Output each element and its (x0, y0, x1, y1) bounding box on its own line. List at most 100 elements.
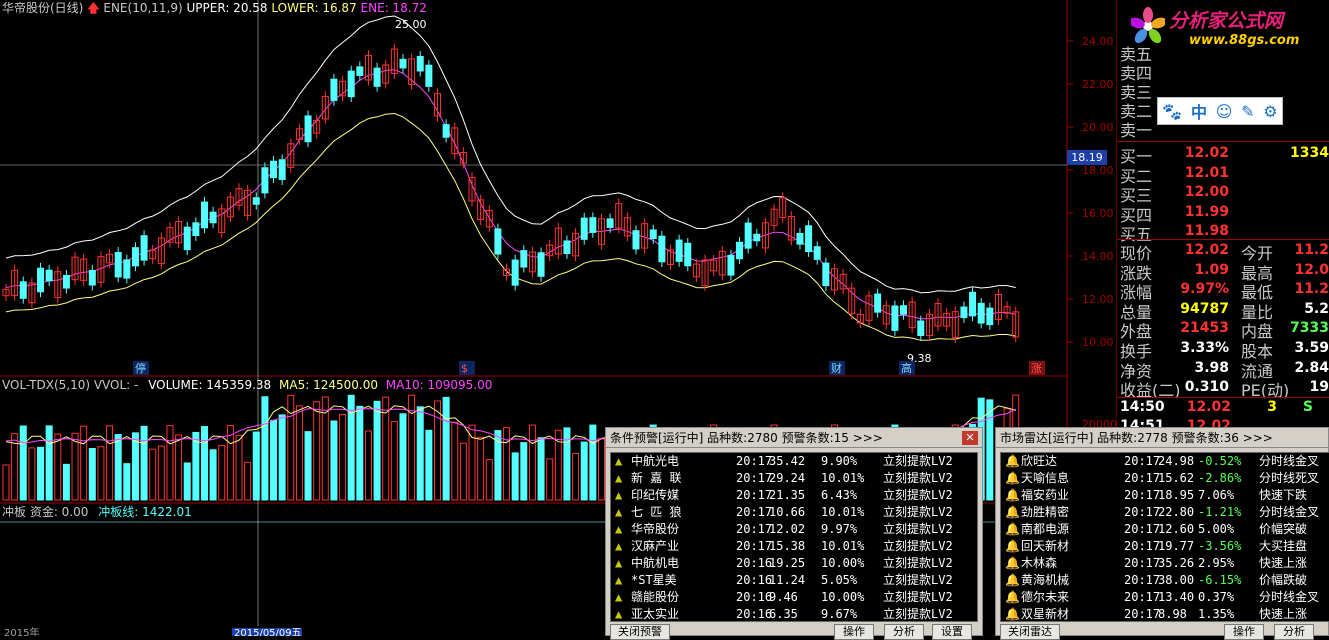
alert-row[interactable]: ▲ 印纪传媒 20:17 21.35 6.43% 立刻提款LV2 (611, 487, 977, 504)
pen-icon[interactable]: ✎ (1241, 102, 1254, 121)
alert-type: 快速上涨 (1259, 556, 1308, 570)
axis-label: 18.00 (1082, 164, 1114, 177)
alert-row[interactable]: ▲ 新 嘉 联 20:17 29.24 10.01% 立刻提款LV2 (611, 470, 977, 487)
window-button[interactable]: 设置 (932, 624, 972, 640)
alert-row[interactable]: 🔔 木林森 20:17 35.26 2.95% 快速上涨 (1001, 555, 1329, 572)
stock-name: 中航光电 (631, 454, 680, 468)
candle-body (753, 233, 761, 242)
alert-time: 20:17 (1124, 471, 1161, 485)
stat-value: 7333 (1290, 320, 1329, 337)
alert-price: 12.02 (769, 522, 806, 536)
alert-row[interactable]: 🔔 南都电源 20:17 12.60 5.00% 价幅突破 (1001, 521, 1329, 538)
volume-bar (252, 431, 260, 501)
bell-icon: 🔔 (1005, 556, 1020, 570)
alert-price: 19.25 (769, 556, 806, 570)
alert-time: 20:16 (736, 556, 773, 570)
alert-type: 立刻提款LV2 (883, 522, 953, 536)
stat-value: 5.2 (1304, 300, 1329, 317)
bell-icon: 🔔 (1005, 607, 1020, 621)
volume-bar (528, 424, 536, 501)
close-icon[interactable]: ✕ (962, 431, 978, 445)
alert-price: 19.77 (1158, 539, 1195, 553)
alert-type: 分时线金叉 (1259, 590, 1320, 604)
stat-value: 94787 (1180, 300, 1229, 317)
alert-row[interactable]: ▲ 中航光电 20:17 35.42 9.90% 立刻提款LV2 (611, 453, 977, 470)
alert-change: 9.90% (821, 454, 858, 468)
alert-row[interactable]: 🔔 回天新材 20:17 19.77 -3.56% 大买挂盘 (1001, 538, 1329, 555)
alert-row[interactable]: ▲ 赣能股份 20:16 9.46 10.00% 立刻提款LV2 (611, 589, 977, 606)
ma10-value: MA10: 109095.00 (385, 378, 493, 392)
stock-name: 双星新材 (1021, 607, 1070, 621)
volume-bar (218, 445, 226, 501)
volume-bar (572, 453, 580, 501)
alert-row[interactable]: ▲ 七 匹 狼 20:17 10.66 10.01% 立刻提款LV2 (611, 504, 977, 521)
up-arrow-icon: ▲ (615, 505, 623, 519)
alert-time: 20:16 (736, 607, 773, 621)
alert-change: -6.15% (1198, 573, 1242, 587)
candle-body (347, 70, 355, 98)
alert-time: 20:17 (1124, 522, 1161, 536)
axis-label: 24.00 (1082, 35, 1114, 48)
bell-icon: 🔔 (1005, 590, 1020, 604)
bell-icon: 🔔 (1005, 573, 1020, 587)
alert-window[interactable]: 条件预警[运行中] 品种数:2780 预警条数:15 >>> ✕ ▲ 中航光电 20… (605, 427, 983, 640)
ene-line (5, 69, 1016, 320)
volume-bar (278, 414, 286, 501)
alert-row[interactable]: 🔔 黄海机械 20:17 38.00 -6.15% 价幅跌破 (1001, 572, 1329, 589)
alert-type: 立刻提款LV2 (883, 471, 953, 485)
volume-bar (468, 424, 476, 501)
candle-body (874, 293, 882, 313)
alert-list[interactable]: ▲ 中航光电 20:17 35.42 9.90% 立刻提款LV2 ▲ 新 嘉 联 20:17 29… (610, 452, 978, 622)
volume-bar (451, 421, 459, 501)
alert-time: 20:17 (736, 471, 773, 485)
alert-price: 24.98 (1158, 454, 1195, 468)
marker-label: 财 (831, 361, 842, 375)
paw-icon[interactable]: 🐾 (1162, 102, 1182, 121)
volume-bar (45, 425, 53, 501)
alert-row[interactable]: ▲ 汉麻产业 20:17 15.38 10.01% 立刻提款LV2 (611, 538, 977, 555)
smile-icon[interactable]: ☺ (1216, 102, 1233, 121)
upper-band (5, 15, 1016, 294)
gear-icon[interactable]: ⚙ (1263, 102, 1277, 121)
volume-bar (511, 452, 519, 501)
volume-bar (537, 437, 545, 501)
alert-type: 快速下跌 (1259, 488, 1308, 502)
radar-window[interactable]: 市场雷达[运行中] 品种数:2778 预警条数:36 >>> 🔔 欣旺达 20:17… (995, 427, 1329, 640)
alert-window-title[interactable]: 条件预警[运行中] 品种数:2780 预警条数:15 >>> (606, 428, 982, 448)
chart-title: 华帝股份(日线) (2, 1, 84, 15)
window-button[interactable]: 操作 (834, 624, 874, 640)
vol-label: VOL-TDX(5,10) VVOL: - (2, 378, 139, 392)
alert-row[interactable]: 🔔 劲胜精密 20:17 22.80 -1.21% 分时线金叉 (1001, 504, 1329, 521)
volume-bar (106, 425, 114, 501)
zhong-button[interactable]: 中 (1191, 99, 1207, 123)
alert-time: 20:17 (736, 454, 773, 468)
radar-window-title[interactable]: 市场雷达[运行中] 品种数:2778 预警条数:36 >>> (996, 428, 1328, 448)
lower-band (5, 112, 1016, 341)
alert-price: 35.26 (1158, 556, 1195, 570)
window-button[interactable]: 操作 (1224, 624, 1264, 640)
alert-row[interactable]: 🔔 天喻信息 20:17 15.62 -2.86% 分时线死叉 (1001, 470, 1329, 487)
window-button[interactable]: 分析 (1274, 624, 1314, 640)
volume-bar (149, 448, 157, 501)
alert-row[interactable]: ▲ 亚太实业 20:16 6.35 9.67% 立刻提款LV2 (611, 606, 977, 621)
alert-row[interactable]: 🔔 双星新材 20:17 8.98 1.35% 快速上涨 (1001, 606, 1329, 621)
alert-type: 立刻提款LV2 (883, 590, 953, 604)
window-button[interactable]: 分析 (884, 624, 924, 640)
stat-value: 3.98 (1194, 359, 1229, 376)
alert-row[interactable]: ▲ *ST星美 20:16 11.24 5.05% 立刻提款LV2 (611, 572, 977, 589)
radar-list[interactable]: 🔔 欣旺达 20:17 24.98 -0.52% 分时线金叉 🔔 天喻信息 20:17 15.62… (1000, 452, 1329, 622)
volume-bar (477, 436, 485, 501)
alert-time: 20:17 (1124, 505, 1161, 519)
alert-row[interactable]: 🔔 德尔未来 20:17 13.40 0.37% 分时线金叉 (1001, 589, 1329, 606)
alert-change: -1.21% (1198, 505, 1242, 519)
alert-row[interactable]: 🔔 福安药业 20:17 18.95 7.06% 快速下跌 (1001, 487, 1329, 504)
alert-type: 立刻提款LV2 (883, 488, 953, 502)
alert-row[interactable]: ▲ 中航机电 20:16 19.25 10.00% 立刻提款LV2 (611, 555, 977, 572)
ime-toolbar[interactable]: 🐾 中 ☺ ✎ ⚙ (1157, 97, 1283, 125)
window-button[interactable]: 关闭雷达 (1000, 624, 1060, 640)
alert-row[interactable]: 🔔 欣旺达 20:17 24.98 -0.52% 分时线金叉 (1001, 453, 1329, 470)
window-button[interactable]: 关闭预警 (610, 624, 670, 640)
lower-value: LOWER: 16.87 (271, 1, 357, 15)
candle-body (658, 235, 666, 263)
alert-row[interactable]: ▲ 华帝股份 20:17 12.02 9.97% 立刻提款LV2 (611, 521, 977, 538)
